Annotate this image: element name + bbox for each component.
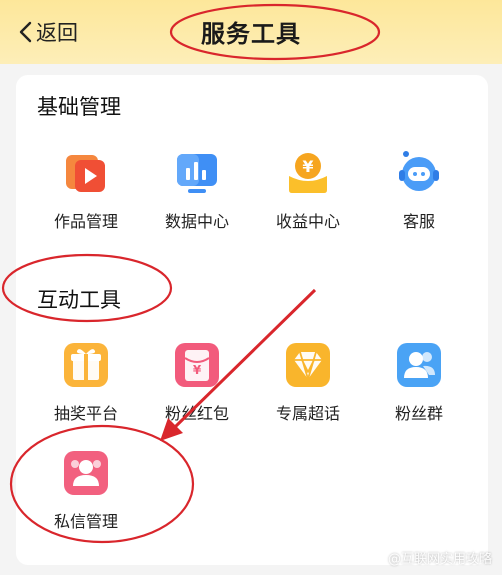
tool-label: 收益中心: [275, 212, 340, 231]
bar-chart-icon: [177, 154, 217, 193]
private-message-icon: [64, 451, 108, 495]
tool-works-management[interactable]: 作品管理: [31, 150, 141, 232]
tool-fan-group[interactable]: 粉丝群: [364, 342, 474, 424]
headset-icon: [399, 151, 439, 191]
tool-exclusive-topic[interactable]: 专属超话: [253, 342, 363, 424]
group-icon: [397, 343, 441, 387]
gift-icon: [64, 343, 108, 387]
tool-lottery-platform[interactable]: 抽奖平台: [31, 342, 141, 424]
tool-label: 作品管理: [53, 212, 118, 231]
yen-coin-icon: ¥: [289, 153, 327, 193]
tool-data-center[interactable]: 数据中心: [142, 150, 252, 232]
red-envelope-icon: ¥: [175, 343, 219, 387]
top-bar: 返回 服务工具: [0, 0, 502, 64]
section-title-basic: 基础管理: [37, 95, 121, 119]
tool-label: 抽奖平台: [53, 404, 118, 423]
tool-private-message-management[interactable]: 私信管理: [31, 450, 141, 532]
tool-label: 粉丝群: [394, 404, 443, 423]
page-title: 服务工具: [201, 20, 301, 48]
tool-fan-red-envelope[interactable]: ¥ 粉丝红包: [142, 342, 252, 424]
tool-label: 专属超话: [275, 404, 340, 423]
svg-text:¥: ¥: [193, 363, 202, 377]
tool-label: 私信管理: [53, 512, 118, 531]
tool-label: 数据中心: [164, 212, 229, 231]
tool-label: 粉丝红包: [164, 404, 229, 423]
tool-revenue-center[interactable]: ¥ 收益中心: [253, 150, 363, 232]
svg-text:¥: ¥: [302, 157, 313, 176]
video-play-icon: [66, 155, 105, 192]
diamond-icon: [286, 343, 330, 387]
watermark: @互联网实用攻略: [387, 552, 492, 567]
tool-label: 客服: [402, 212, 435, 231]
tool-customer-service[interactable]: 客服: [364, 150, 474, 232]
section-title-interaction: 互动工具: [37, 288, 121, 312]
